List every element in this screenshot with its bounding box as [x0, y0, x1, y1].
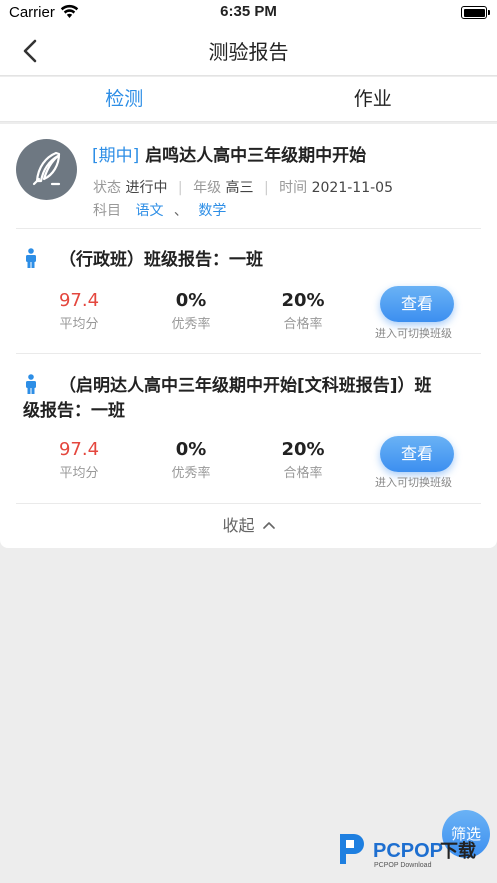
watermark-brand: PCPOP	[373, 840, 443, 862]
collapse-label: 收起	[222, 516, 255, 535]
watermark-logo: PCPOP 下载 PCPOP Download	[336, 830, 488, 870]
stat-value: 20%	[281, 439, 325, 460]
subject-chinese[interactable]: 语文	[135, 203, 163, 219]
person-icon	[26, 248, 36, 268]
subject-separator: 、	[173, 203, 188, 219]
exam-avatar	[16, 139, 77, 200]
battery-icon	[461, 6, 487, 19]
report-title-line1: （启明达人高中三年级期中开始[文科班报告]）班	[59, 376, 432, 396]
stat-label: 平均分	[59, 317, 99, 332]
stat-average: 97.4 平均分	[34, 439, 124, 481]
meta-separator: |	[177, 180, 183, 196]
report-title: （启明达人高中三年级期中开始[文科班报告]）班	[25, 374, 432, 399]
quill-icon	[32, 151, 61, 186]
grade-label: 年级	[193, 180, 222, 196]
stat-label: 优秀率	[171, 317, 211, 332]
stat-value: 0%	[175, 439, 207, 460]
stat-pass-rate: 20% 合格率	[258, 290, 348, 332]
subject-math[interactable]: 数学	[198, 203, 226, 219]
subject-label: 科目	[93, 203, 121, 219]
stat-label: 合格率	[283, 317, 323, 332]
exam-subjects: 科目 语文 、 数学	[93, 200, 226, 220]
stat-label: 合格率	[283, 466, 323, 481]
person-icon	[26, 374, 36, 394]
stat-average: 97.4 平均分	[34, 290, 124, 332]
tab-detection[interactable]: 检测	[0, 77, 249, 121]
view-report-button[interactable]: 查看	[380, 286, 454, 322]
stat-label: 平均分	[59, 466, 99, 481]
report-title: （行政班）班级报告：一班	[25, 248, 263, 273]
view-report-button[interactable]: 查看	[380, 436, 454, 472]
divider	[16, 503, 481, 504]
exam-card: [期中] 启鸣达人高中三年级期中开始 状态 进行中 | 年级 高三 | 时间 2…	[0, 124, 497, 548]
page-title: 测验报告	[208, 40, 289, 64]
meta-separator: |	[263, 180, 269, 196]
status-label: 状态	[93, 180, 121, 196]
back-arrow-icon[interactable]	[18, 38, 44, 64]
exam-title[interactable]: [期中] 启鸣达人高中三年级期中开始	[92, 141, 366, 166]
divider	[16, 228, 481, 229]
exam-tag: [期中]	[92, 146, 140, 166]
stat-value: 20%	[281, 290, 325, 311]
collapse-button[interactable]: 收起	[0, 512, 497, 536]
time-label: 时间	[279, 180, 308, 196]
stat-value: 97.4	[58, 290, 100, 311]
watermark-suffix: 下载	[440, 840, 476, 862]
tab-homework[interactable]: 作业	[249, 77, 497, 121]
stat-excellent-rate: 0% 优秀率	[146, 290, 236, 332]
exam-meta: 状态 进行中 | 年级 高三 | 时间 2021-11-05	[93, 177, 393, 197]
stat-pass-rate: 20% 合格率	[258, 439, 348, 481]
exam-name: 启鸣达人高中三年级期中开始	[145, 146, 367, 166]
chevron-up-icon	[262, 522, 275, 529]
divider	[16, 353, 481, 354]
report-title-text: （行政班）班级报告：一班	[59, 250, 263, 270]
stat-value: 97.4	[58, 439, 100, 460]
stat-label: 优秀率	[171, 466, 211, 481]
grade-value: 高三	[225, 180, 254, 196]
battery-tip	[488, 10, 490, 15]
status-bar: Carrier 6:35 PM	[0, 0, 497, 26]
navigation-bar: 测验报告	[0, 26, 497, 76]
switch-class-hint: 进入可切换班级	[375, 476, 452, 489]
time-value: 2021-11-05	[311, 180, 393, 196]
stat-value: 0%	[175, 290, 207, 311]
tab-bar: 检测 作业	[0, 77, 497, 122]
watermark-sub: PCPOP Download	[374, 862, 432, 869]
clock: 6:35 PM	[220, 3, 277, 20]
stat-excellent-rate: 0% 优秀率	[146, 439, 236, 481]
report-title-line2: 级报告：一班	[23, 401, 125, 421]
switch-class-hint: 进入可切换班级	[375, 327, 452, 340]
status-value: 进行中	[125, 180, 168, 196]
